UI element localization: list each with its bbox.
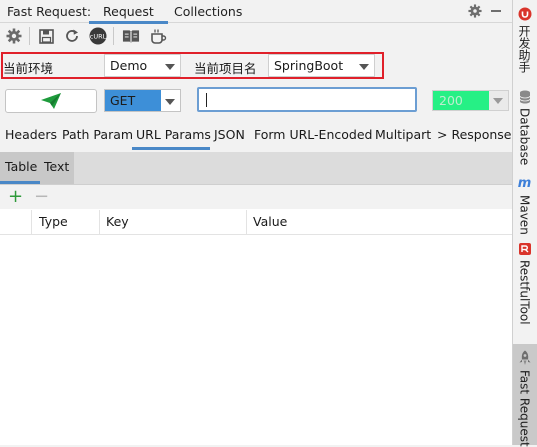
sidebar-item-maven[interactable]: m Maven bbox=[512, 176, 537, 235]
project-select[interactable]: SpringBoot bbox=[268, 54, 375, 77]
tab-text[interactable]: Text bbox=[44, 159, 69, 174]
save-icon[interactable] bbox=[37, 27, 55, 45]
column-header-key[interactable]: Key bbox=[106, 214, 129, 229]
env-select-value: Demo bbox=[110, 58, 148, 73]
gear-icon[interactable] bbox=[467, 3, 483, 19]
remove-row-icon[interactable]: − bbox=[34, 188, 49, 206]
toolbar-divider bbox=[113, 27, 114, 45]
table-toolbar bbox=[0, 185, 512, 209]
tab-request[interactable]: Request bbox=[89, 4, 168, 24]
kaifa-icon bbox=[518, 7, 531, 21]
project-label: 当前项目名 bbox=[194, 61, 257, 76]
tab-collections[interactable]: Collections bbox=[174, 4, 242, 19]
rocket-icon bbox=[519, 350, 530, 365]
send-icon bbox=[41, 93, 61, 109]
restfultool-icon bbox=[518, 243, 531, 255]
tab-json[interactable]: JSON bbox=[214, 127, 245, 142]
column-header-type[interactable]: Type bbox=[39, 214, 68, 229]
column-divider bbox=[99, 210, 100, 234]
sidebar-item-label: Database bbox=[517, 108, 532, 166]
sidebar-item-label: Maven bbox=[517, 195, 532, 235]
project-select-value: SpringBoot bbox=[274, 58, 344, 73]
chevron-down-icon bbox=[359, 64, 369, 70]
sidebar-item-label: RestfulTool bbox=[517, 260, 532, 325]
sidebar-item-database[interactable]: Database bbox=[512, 90, 537, 165]
refresh-icon[interactable] bbox=[63, 27, 81, 45]
minimize-icon[interactable] bbox=[491, 10, 501, 12]
active-subtab-indicator bbox=[0, 181, 40, 184]
tab-url-params[interactable]: URL Params bbox=[136, 127, 211, 142]
chevron-down-icon bbox=[165, 64, 175, 70]
toolbar-divider bbox=[29, 27, 30, 45]
add-row-icon[interactable]: + bbox=[8, 188, 23, 206]
tab-response[interactable]: > Response bbox=[437, 127, 511, 142]
method-select[interactable]: GET bbox=[104, 89, 181, 112]
tab-form-url-encoded[interactable]: Form URL-Encoded bbox=[254, 127, 372, 142]
status-code-select[interactable]: 200 bbox=[432, 90, 509, 111]
column-divider bbox=[31, 210, 32, 234]
sidebar-item-label: Fast Request bbox=[517, 370, 532, 447]
database-icon bbox=[519, 90, 530, 104]
sidebar-item-fast-request[interactable]: Fast Request bbox=[512, 350, 537, 447]
coffee-icon[interactable] bbox=[149, 27, 167, 45]
tab-multipart[interactable]: Multipart bbox=[375, 127, 431, 142]
chevron-down-icon bbox=[493, 98, 503, 104]
curl-icon[interactable]: cURL bbox=[89, 27, 107, 45]
column-header-value[interactable]: Value bbox=[253, 214, 287, 229]
sidebar-item-kaifa[interactable]: 开发助手 bbox=[512, 7, 537, 73]
tool-window-title: Fast Request: bbox=[7, 4, 92, 19]
sub-tab-bar bbox=[0, 152, 512, 185]
url-input[interactable] bbox=[197, 87, 417, 112]
sidebar-item-restfultool[interactable]: RestfulTool bbox=[512, 242, 537, 325]
tab-path-param[interactable]: Path Param bbox=[62, 127, 133, 142]
send-button[interactable] bbox=[5, 89, 97, 113]
status-code-value: 200 bbox=[433, 91, 489, 110]
chevron-down-icon bbox=[165, 99, 175, 105]
tab-headers[interactable]: Headers bbox=[5, 127, 57, 142]
tab-table[interactable]: Table bbox=[5, 159, 37, 174]
svg-text:cURL: cURL bbox=[90, 33, 107, 41]
column-divider bbox=[246, 210, 247, 234]
maven-icon: m bbox=[517, 176, 532, 191]
env-label: 当前环境 bbox=[3, 61, 54, 76]
active-tab-indicator bbox=[132, 147, 210, 150]
env-select[interactable]: Demo bbox=[104, 54, 181, 77]
book-icon[interactable] bbox=[122, 27, 140, 45]
settings-icon[interactable] bbox=[5, 27, 23, 45]
text-cursor bbox=[206, 93, 207, 107]
sidebar-item-label: 开发助手 bbox=[517, 25, 531, 73]
method-value: GET bbox=[105, 90, 161, 111]
